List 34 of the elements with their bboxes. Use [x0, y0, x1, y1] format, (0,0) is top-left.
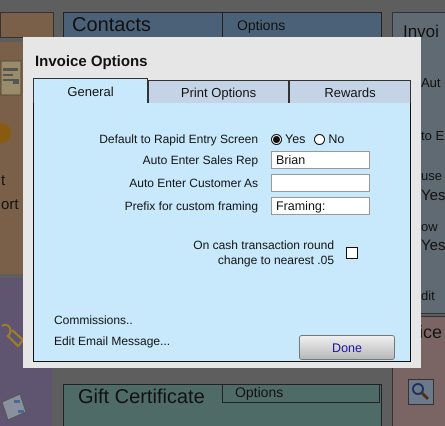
- setting-label: Default to Rapid Entry Screen: [98, 132, 258, 146]
- panel-text: Yes: [421, 237, 445, 254]
- setting-label: Prefix for custom framing: [124, 199, 258, 213]
- panel-text: ort: [1, 196, 19, 213]
- panel-text: ow: [421, 219, 438, 234]
- link[interactable]: Edit Email Message...: [54, 334, 170, 348]
- panel-text: Aut: [421, 75, 441, 90]
- tab[interactable]: Print Options: [148, 80, 289, 103]
- panel-text: Yes: [421, 187, 445, 204]
- map-icon: [0, 392, 28, 422]
- panel-title: Invoi: [403, 22, 439, 42]
- setting-label: On cash transaction round change to nearest .05: [192, 238, 334, 268]
- input-field[interactable]: [271, 174, 370, 192]
- panel-header: [0, 12, 54, 38]
- checkbox[interactable]: [346, 247, 358, 259]
- tab[interactable]: General: [33, 78, 148, 103]
- search-icon[interactable]: [408, 379, 434, 405]
- panel-title: Contacts: [71, 13, 152, 37]
- done-button[interactable]: Done: [299, 335, 395, 360]
- setting-label: Auto Enter Customer As: [128, 176, 258, 190]
- tab[interactable]: Rewards: [289, 80, 411, 103]
- input-field[interactable]: Brian: [271, 151, 370, 169]
- dialog-title: Invoice Options: [35, 53, 149, 70]
- panel-text: to E: [421, 128, 444, 143]
- radio-option[interactable]: No: [314, 132, 344, 146]
- link[interactable]: Commissions..: [54, 313, 170, 327]
- panel-text: dit: [421, 288, 435, 303]
- setting-label: Auto Enter Sales Rep: [142, 153, 258, 167]
- panel-text: t: [1, 172, 6, 189]
- panel-text: use: [421, 168, 442, 183]
- panel-title: Gift Certificate: [77, 386, 206, 408]
- input-field[interactable]: Framing:: [271, 197, 370, 215]
- document-icon: [0, 60, 22, 96]
- radio-option[interactable]: Yes: [271, 132, 306, 146]
